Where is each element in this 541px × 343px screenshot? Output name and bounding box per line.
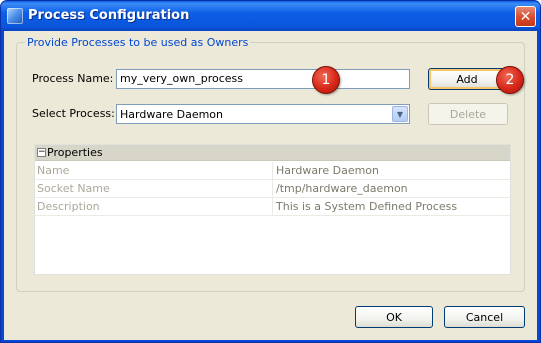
process-name-label: Process Name:	[32, 72, 114, 85]
property-name: Description	[35, 198, 273, 215]
properties-header[interactable]: − Properties	[35, 145, 510, 161]
select-process-label: Select Process:	[32, 107, 115, 120]
close-icon: ✕	[519, 8, 532, 25]
property-value: Hardware Daemon	[276, 164, 380, 177]
window-title: Process Configuration	[28, 8, 190, 23]
callout-marker-2: 2	[496, 66, 524, 94]
app-icon	[7, 8, 23, 24]
collapse-icon[interactable]: −	[37, 148, 46, 157]
owners-groupbox: Provide Processes to be used as Owners P…	[16, 36, 525, 292]
properties-grid: − Properties Name Hardware Daemon Socket…	[34, 144, 511, 275]
add-button[interactable]: Add	[428, 68, 506, 90]
select-process-dropdown[interactable]: Hardware Daemon ▼	[116, 104, 410, 124]
close-button[interactable]: ✕	[515, 6, 536, 27]
property-row[interactable]: Description This is a System Defined Pro…	[35, 198, 510, 216]
callout-marker-1: 1	[312, 66, 340, 94]
property-row[interactable]: Name Hardware Daemon	[35, 162, 510, 180]
process-name-value: my_very_own_process	[120, 72, 244, 85]
property-value: This is a System Defined Process	[276, 200, 458, 213]
property-row[interactable]: Socket Name /tmp/hardware_daemon	[35, 180, 510, 198]
groupbox-legend: Provide Processes to be used as Owners	[25, 36, 251, 49]
dialog-client-area: Provide Processes to be used as Owners P…	[4, 31, 537, 340]
chevron-down-icon[interactable]: ▼	[392, 106, 408, 122]
process-name-input[interactable]: my_very_own_process	[116, 69, 410, 89]
ok-button[interactable]: OK	[355, 306, 433, 328]
delete-button[interactable]: Delete	[428, 103, 508, 125]
property-name: Name	[35, 162, 273, 179]
property-value: /tmp/hardware_daemon	[276, 182, 408, 195]
cancel-button[interactable]: Cancel	[444, 306, 525, 328]
select-process-value: Hardware Daemon	[120, 108, 224, 121]
dialog-window: Process Configuration ✕ Provide Processe…	[0, 0, 541, 343]
title-bar[interactable]: Process Configuration ✕	[1, 1, 540, 31]
properties-title: Properties	[47, 146, 103, 159]
property-name: Socket Name	[35, 180, 273, 197]
